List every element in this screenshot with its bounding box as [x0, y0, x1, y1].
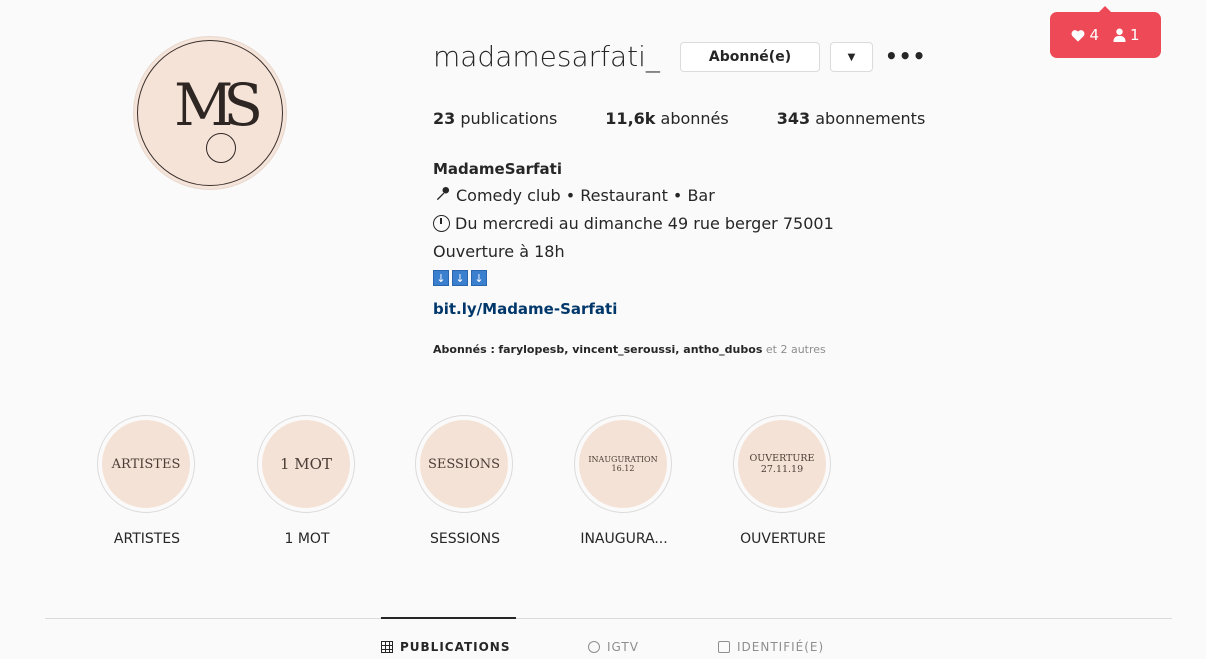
highlight-cover-text: 1 MOT [280, 455, 332, 473]
down-arrow-icon: ↓ [433, 270, 449, 286]
tab-tagged[interactable]: IDENTIFIÉ(E) [718, 640, 824, 654]
highlight-label: ARTISTES [113, 531, 181, 547]
bio-line-schedule: Du mercredi au dimanche 49 rue berger 75… [433, 214, 834, 233]
bio-arrow-emojis: ↓ ↓ ↓ [433, 270, 487, 286]
stat-followers[interactable]: 11,6k abonnés [605, 109, 728, 128]
heart-icon [1072, 29, 1085, 42]
suggestions-dropdown-button[interactable]: ▼ [830, 42, 873, 72]
follows-count: 1 [1130, 26, 1140, 44]
activity-notification-bubble[interactable]: 4 1 [1050, 6, 1161, 58]
highlight-cover-date: 27.11.19 [760, 464, 804, 475]
highlight-cover: SESSIONS [415, 415, 513, 513]
highlight-sessions[interactable]: SESSIONS SESSIONS [415, 415, 515, 547]
profile-avatar[interactable]: MS [133, 36, 287, 190]
likes-count: 4 [1089, 26, 1099, 44]
highlight-cover-date: 16.12 [611, 464, 635, 473]
bio-opening-time: Ouverture à 18h [433, 242, 565, 261]
bio-category-text: Comedy club • Restaurant • Bar [456, 186, 715, 205]
following-count: 343 [776, 109, 811, 128]
followed-by[interactable]: Abonnés : farylopesb, vincent_seroussi, … [433, 343, 826, 356]
igtv-icon [588, 641, 600, 653]
microphone-icon [433, 186, 451, 205]
publications-label: publications [460, 109, 558, 128]
highlight-cover: 1 MOT [257, 415, 355, 513]
grid-icon [381, 641, 393, 653]
highlight-cover: INAUGURATION 16.12 [574, 415, 672, 513]
stat-following[interactable]: 343 abonnements [777, 109, 926, 128]
tab-label: IGTV [607, 640, 639, 654]
avatar-logo: MS [137, 40, 283, 186]
more-icon: ••• [885, 44, 927, 68]
highlight-cover-text: SESSIONS [427, 456, 501, 472]
highlight-label: SESSIONS [429, 531, 500, 547]
follows-notification: 1 [1113, 26, 1140, 44]
bio-display-name: MadameSarfati [433, 160, 562, 178]
profile-stats: 23 publications 11,6k abonnés 343 abonne… [433, 109, 973, 128]
avatar-monogram: MS [174, 71, 263, 139]
clock-icon [433, 215, 450, 232]
highlight-1-mot[interactable]: 1 MOT 1 MOT [257, 415, 357, 547]
highlight-cover: ARTISTES [97, 415, 195, 513]
more-options-button[interactable]: ••• [885, 44, 926, 68]
followed-by-names: farylopesb, vincent_seroussi, antho_dubo… [498, 343, 763, 356]
tabs-divider [45, 618, 1172, 619]
highlight-cover-text: ARTISTES [111, 456, 181, 472]
stat-publications: 23 publications [433, 109, 557, 128]
monogram-circle [206, 133, 236, 163]
highlight-cover: OUVERTURE 27.11.19 [733, 415, 831, 513]
followed-by-prefix: Abonnés : [433, 343, 495, 356]
followed-by-suffix: et 2 autres [765, 343, 826, 356]
highlight-cover-text: OUVERTURE [749, 453, 815, 464]
highlight-ouverture[interactable]: OUVERTURE 27.11.19 OUVERTURE [733, 415, 833, 547]
highlight-artistes[interactable]: ARTISTES ARTISTES [97, 415, 197, 547]
likes-notification: 4 [1071, 26, 1099, 44]
followers-label: abonnés [660, 109, 729, 128]
down-arrow-icon: ↓ [471, 270, 487, 286]
chevron-down-icon: ▼ [847, 51, 856, 63]
tab-publications[interactable]: PUBLICATIONS [381, 640, 511, 654]
following-label: abonnements [815, 109, 926, 128]
publications-count: 23 [433, 109, 456, 128]
down-arrow-icon: ↓ [452, 270, 468, 286]
highlight-inauguration[interactable]: INAUGURATION 16.12 INAUGURA... [574, 415, 674, 547]
highlight-cover-text: INAUGURATION [588, 455, 658, 464]
tagged-icon [718, 641, 730, 653]
tab-igtv[interactable]: IGTV [588, 640, 639, 654]
profile-username: madamesarfati_ [433, 40, 660, 73]
highlight-label: OUVERTURE [740, 531, 826, 547]
bio-schedule-text: Du mercredi au dimanche 49 rue berger 75… [455, 214, 834, 233]
tab-label: PUBLICATIONS [400, 640, 511, 654]
followers-count: 11,6k [605, 109, 656, 128]
bio-line-category: Comedy club • Restaurant • Bar [433, 186, 715, 205]
active-tab-indicator [381, 617, 516, 619]
bio-website-link[interactable]: bit.ly/Madame-Sarfati [433, 300, 617, 318]
person-icon [1113, 28, 1126, 42]
following-button[interactable]: Abonné(e) [680, 42, 820, 72]
highlight-label: INAUGURA... [580, 531, 668, 547]
tab-label: IDENTIFIÉ(E) [737, 640, 825, 654]
highlight-label: 1 MOT [284, 531, 330, 547]
